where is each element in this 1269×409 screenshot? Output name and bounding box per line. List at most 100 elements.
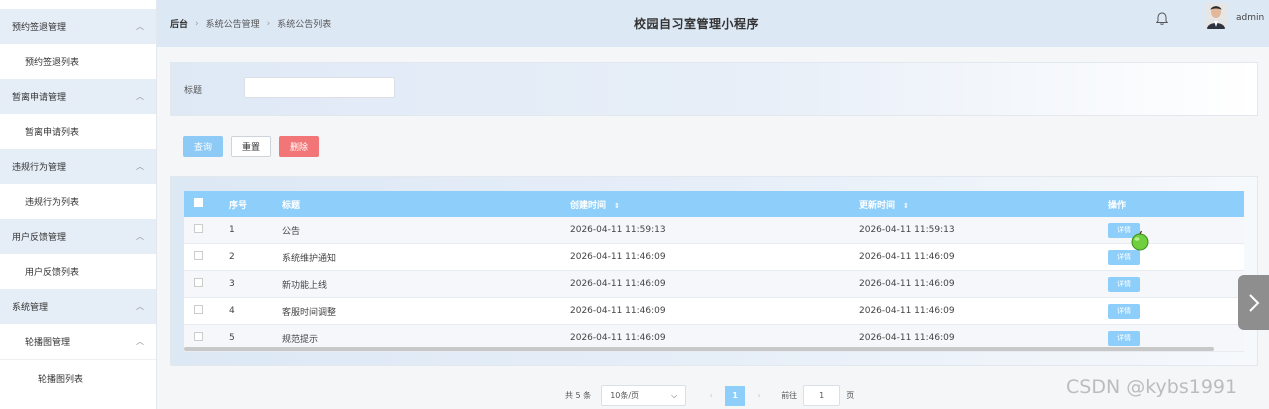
page-suffix-label: 页 xyxy=(846,391,855,400)
row-checkbox[interactable] xyxy=(194,332,203,341)
chevron-down-icon: ⌵ xyxy=(671,390,678,400)
select-all-cell xyxy=(184,198,216,210)
title-search-input[interactable] xyxy=(244,77,395,98)
sort-icon[interactable]: ⇕ xyxy=(614,202,620,210)
column-header-created[interactable]: 创建时间 ⇕ xyxy=(557,198,846,211)
top-header: 后台 › 系统公告管理 › 系统公告列表 校园自习室管理小程序 admin xyxy=(157,0,1269,47)
breadcrumb-home[interactable]: 后台 xyxy=(170,17,188,30)
table-row: 3 新功能上线 2026-04-11 11:46:09 2026-04-11 1… xyxy=(184,271,1244,298)
cell-no: 1 xyxy=(229,225,235,235)
cell-updated: 2026-04-11 11:46:09 xyxy=(859,306,955,316)
cell-title: 新功能上线 xyxy=(282,280,328,291)
cell-title: 规范提示 xyxy=(282,334,319,345)
sidebar-group-reservation[interactable]: 预约签退管理 ︿ xyxy=(0,9,156,44)
watermark: CSDN @kybs1991 xyxy=(1066,376,1238,398)
column-header-op: 操作 xyxy=(1108,200,1127,211)
sidebar-top-spacer xyxy=(0,0,156,9)
sidebar-item-violation-list[interactable]: 违规行为列表 xyxy=(0,184,156,219)
sidebar-item-leave-list[interactable]: 暂离申请列表 xyxy=(0,114,156,149)
sidebar-group-label: 预约签退管理 xyxy=(12,23,67,33)
cell-no: 5 xyxy=(229,333,235,343)
cell-updated: 2026-04-11 11:46:09 xyxy=(859,279,955,289)
horizontal-scrollbar[interactable] xyxy=(184,347,1214,351)
chevron-up-icon: ︿ xyxy=(136,337,144,346)
cell-op: 详情 xyxy=(1108,303,1244,319)
row-checkbox[interactable] xyxy=(194,278,203,287)
page-size-value: 10条/页 xyxy=(610,391,640,400)
cell-created: 2026-04-11 11:59:13 xyxy=(570,225,666,235)
query-button[interactable]: 查询 xyxy=(183,136,223,157)
column-header-label: 更新时间 xyxy=(859,200,896,211)
goto-page-input[interactable]: 1 xyxy=(803,385,841,406)
table-header: 序号 标题 创建时间 ⇕ 更新时间 ⇕ 操作 xyxy=(184,191,1244,217)
cell-no: 2 xyxy=(229,252,235,262)
sort-icon[interactable]: ⇕ xyxy=(903,202,909,210)
table-panel: 序号 标题 创建时间 ⇕ 更新时间 ⇕ 操作 1 公告 2026-04-11 11:… xyxy=(170,176,1258,366)
breadcrumb-separator-icon: › xyxy=(266,18,271,29)
page-number-current[interactable]: 1 xyxy=(725,385,746,406)
cell-op: 详情 xyxy=(1108,330,1244,346)
breadcrumb-item[interactable]: 系统公告管理 xyxy=(206,17,260,30)
table-body: 1 公告 2026-04-11 11:59:13 2026-04-11 11:5… xyxy=(184,217,1244,352)
row-checkbox[interactable] xyxy=(194,251,203,260)
detail-button[interactable]: 详情 xyxy=(1108,330,1140,346)
cell-title: 客服时间调整 xyxy=(282,307,337,318)
next-page-icon[interactable]: › xyxy=(749,391,769,400)
breadcrumb: 后台 › 系统公告管理 › 系统公告列表 xyxy=(170,17,332,31)
search-panel: 标题 xyxy=(170,62,1258,116)
bell-icon[interactable] xyxy=(1154,11,1170,27)
announcement-table: 序号 标题 创建时间 ⇕ 更新时间 ⇕ 操作 1 公告 2026-04-11 11:… xyxy=(184,191,1244,352)
sidebar-group-label: 系统管理 xyxy=(12,303,49,313)
row-select-cell xyxy=(184,305,216,317)
sidebar-group-leave[interactable]: 暂离申请管理 ︿ xyxy=(0,79,156,114)
table-row: 2 系统维护通知 2026-04-11 11:46:09 2026-04-11 … xyxy=(184,244,1244,271)
app-title: 校园自习室管理小程序 xyxy=(634,17,760,31)
breadcrumb-separator-icon: › xyxy=(195,18,199,29)
next-arrow-button[interactable] xyxy=(1238,275,1269,330)
sidebar-item-feedback-list[interactable]: 用户反馈列表 xyxy=(0,254,156,289)
select-all-checkbox[interactable] xyxy=(194,198,203,207)
pagination: 共 5 条 10条/页 ⌵ ‹ 1 › 前往 1 页 xyxy=(565,385,854,406)
sidebar: 预约签退管理 ︿ 预约签退列表 暂离申请管理 ︿ 暂离申请列表 违规行为管理 ︿… xyxy=(0,0,157,409)
goto-label: 前往 xyxy=(781,391,798,400)
column-header-updated[interactable]: 更新时间 ⇕ xyxy=(846,198,1108,211)
delete-button[interactable]: 删除 xyxy=(279,136,319,157)
row-select-cell xyxy=(184,332,216,344)
chevron-up-icon: ︿ xyxy=(136,92,144,101)
row-checkbox[interactable] xyxy=(194,224,203,233)
apple-cursor-icon xyxy=(1131,230,1149,251)
chevron-up-icon: ︿ xyxy=(136,232,144,241)
cell-updated: 2026-04-11 11:59:13 xyxy=(859,225,955,235)
sidebar-group-violation[interactable]: 违规行为管理 ︿ xyxy=(0,149,156,184)
chevron-right-icon xyxy=(1248,293,1259,312)
row-select-cell xyxy=(184,224,216,236)
cell-updated: 2026-04-11 11:46:09 xyxy=(859,333,955,343)
cell-op: 详情 xyxy=(1108,276,1244,292)
cell-title: 公告 xyxy=(282,226,301,237)
sidebar-group-label: 暂离申请管理 xyxy=(12,93,67,103)
row-checkbox[interactable] xyxy=(194,305,203,314)
breadcrumb-current: 系统公告列表 xyxy=(277,20,332,30)
table-row: 4 客服时间调整 2026-04-11 11:46:09 2026-04-11 … xyxy=(184,298,1244,325)
sidebar-item-carousel-list[interactable]: 轮播图列表 xyxy=(0,360,156,396)
sidebar-item-reservation-list[interactable]: 预约签退列表 xyxy=(0,44,156,79)
username[interactable]: admin xyxy=(1236,13,1264,23)
sidebar-subgroup-carousel[interactable]: 轮播图管理 ︿ xyxy=(0,324,156,360)
prev-page-icon[interactable]: ‹ xyxy=(701,391,721,400)
column-header-label: 创建时间 xyxy=(570,200,607,211)
detail-button[interactable]: 详情 xyxy=(1108,276,1140,292)
page-size-select[interactable]: 10条/页 ⌵ xyxy=(601,385,687,406)
detail-button[interactable]: 详情 xyxy=(1108,303,1140,319)
chevron-up-icon: ︿ xyxy=(136,162,144,171)
cell-created: 2026-04-11 11:46:09 xyxy=(570,333,666,343)
reset-button[interactable]: 重置 xyxy=(231,136,271,157)
pagination-total: 共 5 条 xyxy=(565,391,592,400)
cell-created: 2026-04-11 11:46:09 xyxy=(570,252,666,262)
cell-title: 系统维护通知 xyxy=(282,253,337,264)
search-title-label: 标题 xyxy=(184,86,203,96)
chevron-up-icon: ︿ xyxy=(136,22,144,31)
sidebar-group-feedback[interactable]: 用户反馈管理 ︿ xyxy=(0,219,156,254)
cell-updated: 2026-04-11 11:46:09 xyxy=(859,252,955,262)
avatar[interactable] xyxy=(1205,3,1227,29)
sidebar-group-system[interactable]: 系统管理 ︿ xyxy=(0,289,156,324)
